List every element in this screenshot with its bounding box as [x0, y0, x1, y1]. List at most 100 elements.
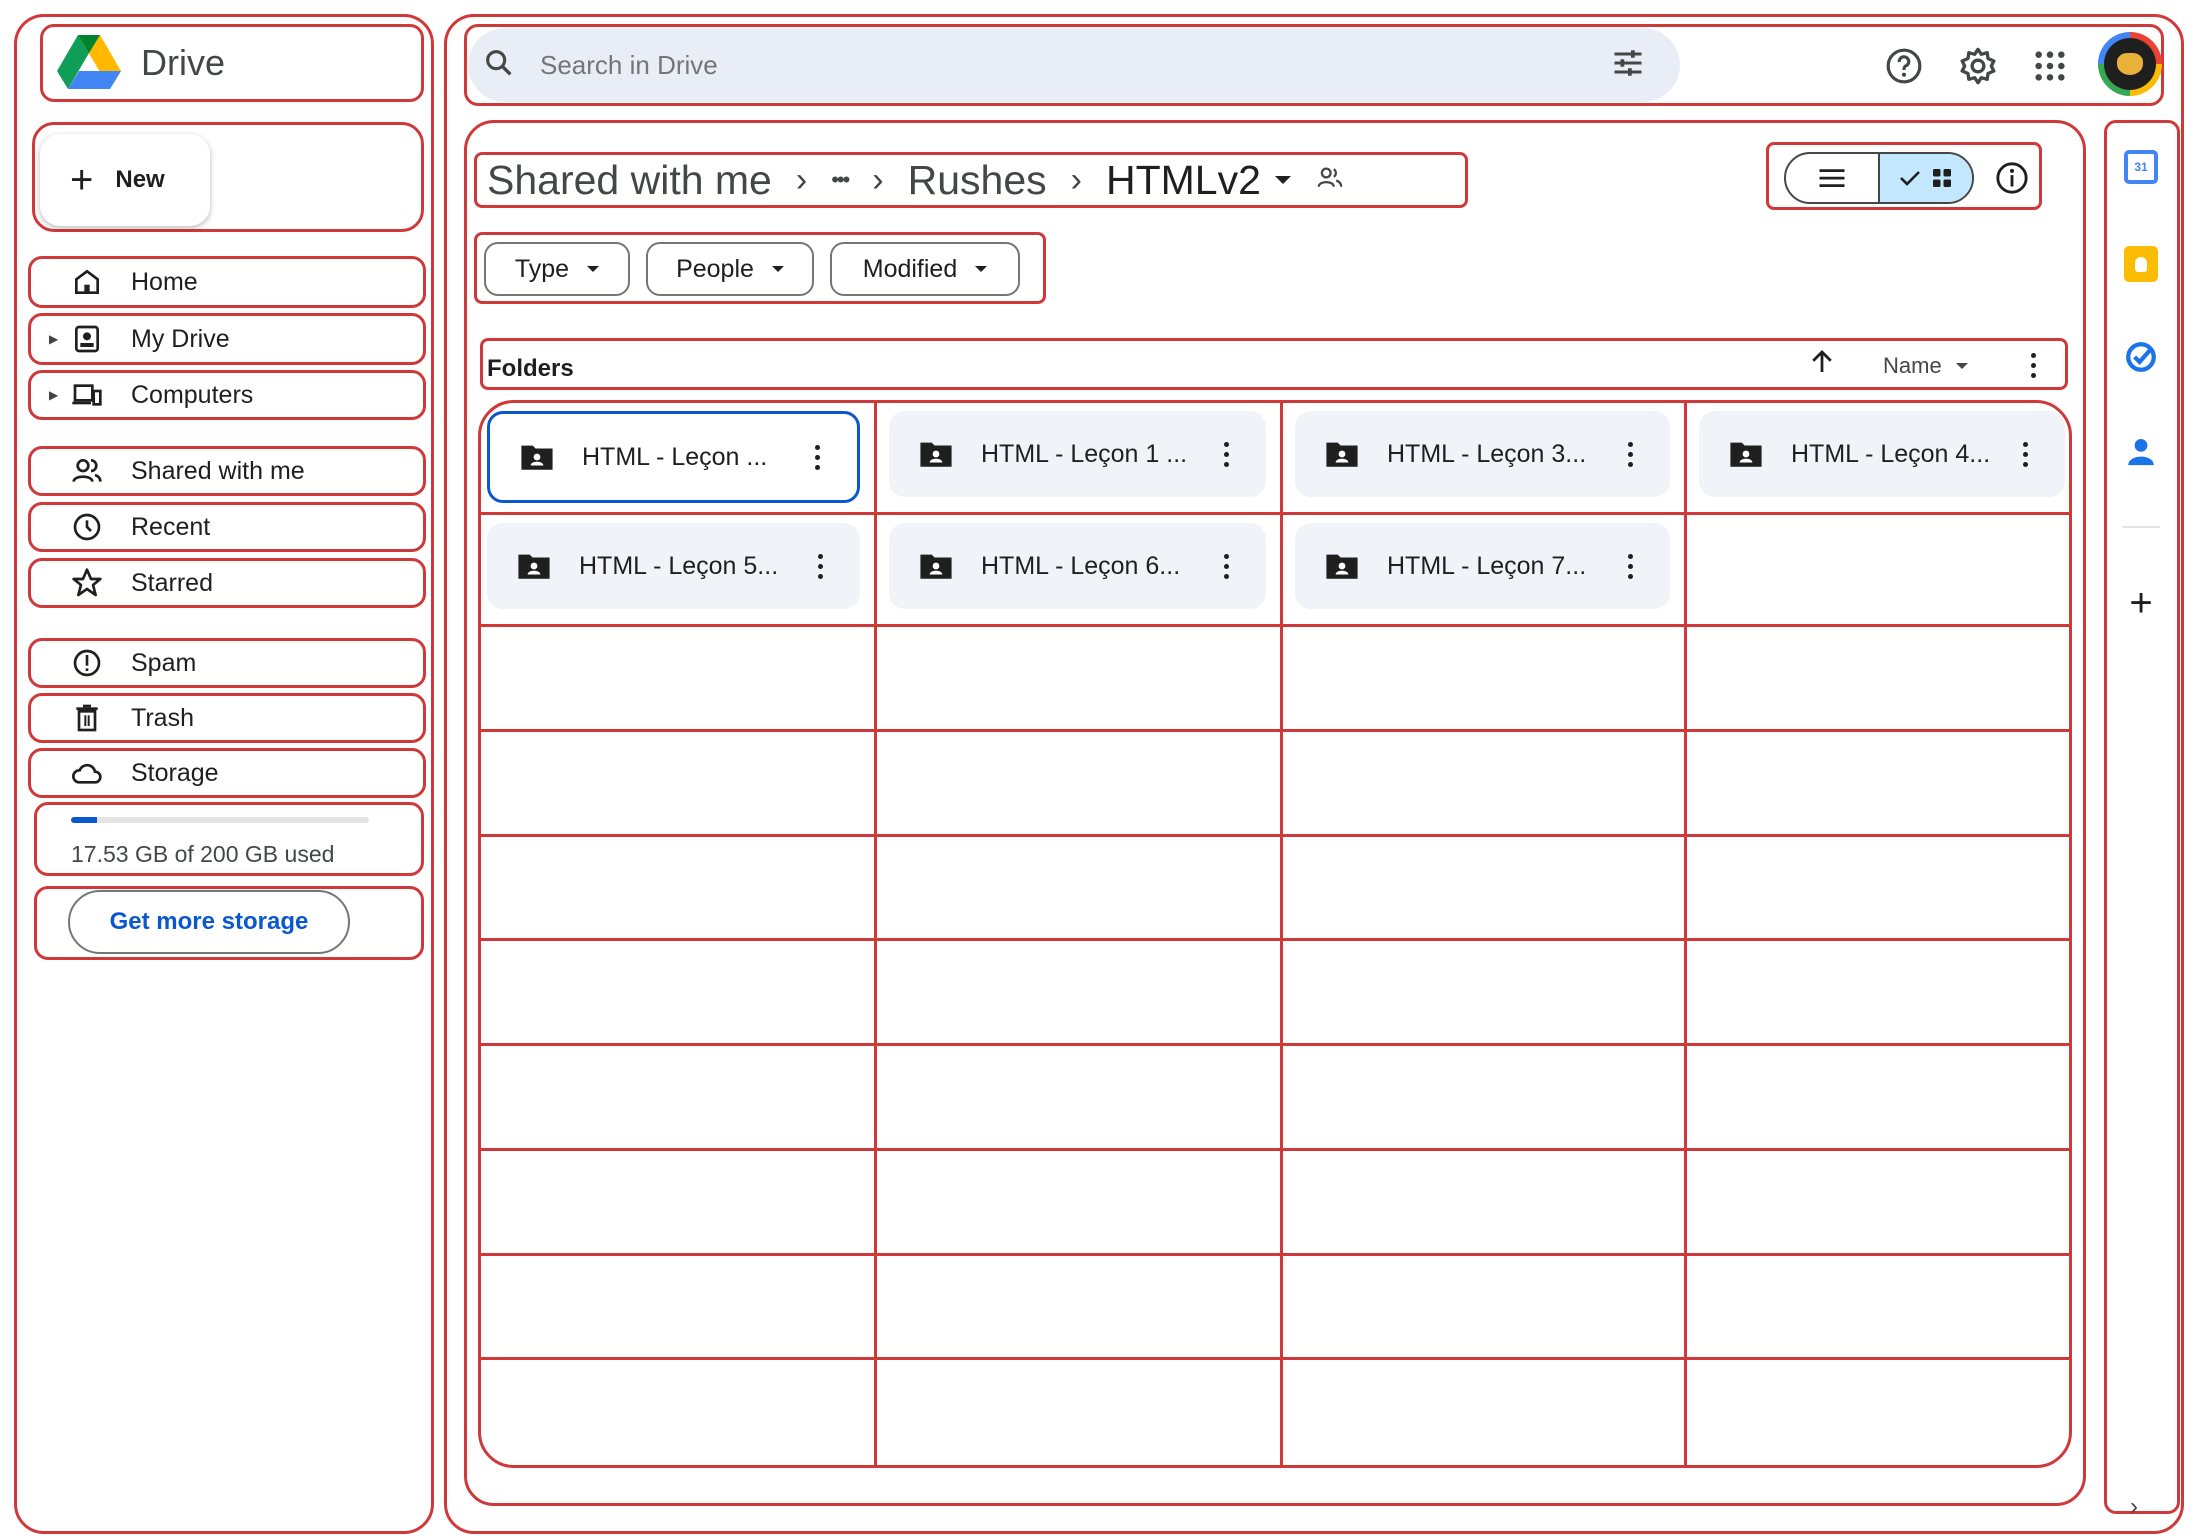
nav-home[interactable]: Home	[28, 256, 426, 308]
view-toggle	[1784, 152, 1974, 204]
sort-direction-icon[interactable]	[1807, 347, 1837, 382]
search-input[interactable]	[538, 48, 1542, 82]
breadcrumb-ellipsis[interactable]: •••	[831, 167, 850, 193]
folder-item[interactable]: HTML - Leçon 4...	[1699, 411, 2065, 497]
keep-icon[interactable]	[2124, 246, 2158, 282]
help-icon[interactable]	[1880, 42, 1928, 90]
shared-folder-icon	[518, 554, 550, 579]
drive-logo-area[interactable]: Drive	[40, 24, 424, 102]
apps-grid-icon[interactable]	[2026, 42, 2074, 90]
home-icon	[75, 269, 99, 294]
more-options-icon[interactable]	[1206, 553, 1246, 579]
grid-cell	[877, 1360, 1283, 1465]
shared-folder-icon	[920, 442, 952, 467]
nav-recent-label: Recent	[131, 512, 211, 541]
grid-cell	[877, 941, 1283, 1046]
filter-type-label: Type	[514, 254, 570, 283]
info-icon[interactable]	[1990, 156, 2034, 200]
spam-icon	[73, 649, 101, 677]
folder-item[interactable]: HTML - Leçon ...	[487, 411, 860, 503]
search-bar[interactable]	[468, 28, 1680, 102]
grid-cell	[1687, 1360, 2069, 1465]
folder-item[interactable]: HTML - Leçon 5...	[487, 523, 860, 609]
grid-view-button[interactable]	[1878, 154, 1972, 202]
my-drive-icon	[75, 325, 99, 353]
expand-caret-icon[interactable]: ▶	[49, 332, 58, 346]
shared-folder-icon	[1730, 442, 1762, 467]
more-options-icon[interactable]	[1610, 441, 1650, 467]
breadcrumb-root[interactable]: Shared with me	[487, 157, 772, 204]
breadcrumb-current[interactable]: HTMLv2	[1106, 157, 1261, 204]
more-options-icon[interactable]	[800, 553, 840, 579]
filter-type[interactable]: Type	[484, 242, 630, 296]
grid-cell: HTML - Leçon 3...	[1283, 403, 1687, 515]
more-options-icon[interactable]	[2013, 353, 2053, 378]
section-title: Folders	[487, 355, 574, 382]
grid-cell	[481, 1360, 877, 1465]
contacts-icon[interactable]	[2124, 434, 2158, 468]
nav-shared-with-me[interactable]: Shared with me	[28, 446, 426, 496]
nav-spam[interactable]: Spam	[28, 638, 426, 688]
tasks-icon[interactable]	[2124, 340, 2158, 374]
list-view-button[interactable]	[1786, 154, 1878, 202]
grid-cell	[481, 731, 877, 837]
grid-cell	[481, 1046, 877, 1151]
grid-cell	[877, 836, 1283, 942]
more-options-icon[interactable]	[797, 444, 837, 470]
folder-item[interactable]: HTML - Leçon 3...	[1295, 411, 1670, 497]
nav-trash[interactable]: Trash	[28, 693, 426, 743]
sort-by-button[interactable]: Name	[1883, 353, 1968, 379]
filter-modified[interactable]: Modified	[830, 242, 1020, 296]
settings-icon[interactable]	[1954, 42, 2002, 90]
more-options-icon[interactable]	[1206, 441, 1246, 467]
grid-cell	[1687, 627, 2069, 732]
grid-cell	[877, 731, 1283, 837]
nav-starred[interactable]: Starred	[28, 558, 426, 608]
nav-computers[interactable]: ▶ Computers	[28, 370, 426, 420]
folder-grid: HTML - Leçon ... HTML - Leçon 1 ... HTML…	[478, 400, 2072, 1468]
storage-bar-fill	[71, 817, 98, 823]
nav-shared-label: Shared with me	[131, 456, 305, 485]
folder-item[interactable]: HTML - Leçon 7...	[1295, 523, 1670, 609]
breadcrumb-parent[interactable]: Rushes	[908, 157, 1047, 204]
grid-cell	[481, 1255, 877, 1361]
grid-view-icon	[1933, 169, 1951, 187]
drive-logo-icon	[57, 33, 121, 94]
star-icon	[72, 568, 102, 597]
grid-cell	[877, 1255, 1283, 1361]
more-options-icon[interactable]	[2005, 441, 2045, 467]
grid-cell	[1687, 1151, 2069, 1256]
expand-caret-icon[interactable]: ▶	[49, 388, 58, 402]
collapse-panel-icon[interactable]: ›	[2130, 1494, 2150, 1520]
nav-my-drive[interactable]: ▶ My Drive	[28, 313, 426, 365]
folder-name: HTML - Leçon 1 ...	[981, 439, 1188, 468]
search-icon[interactable]	[482, 46, 516, 85]
new-label: New	[115, 166, 165, 193]
shared-folder-icon	[1326, 554, 1358, 579]
get-more-storage-button[interactable]: Get more storage	[68, 890, 350, 954]
nav-recent[interactable]: Recent	[28, 502, 426, 552]
calendar-icon[interactable]: 31	[2124, 150, 2158, 184]
chevron-right-icon: ›	[872, 160, 884, 199]
filter-people[interactable]: People	[646, 242, 814, 296]
folder-item[interactable]: HTML - Leçon 1 ...	[889, 411, 1266, 497]
shared-folder-icon	[521, 445, 553, 470]
grid-cell	[1283, 941, 1687, 1046]
shared-folder-icon	[920, 554, 952, 579]
nav-home-label: Home	[131, 267, 198, 296]
nav-storage[interactable]: Storage	[28, 748, 426, 798]
grid-cell	[1687, 732, 2069, 837]
more-options-icon[interactable]	[1610, 553, 1650, 579]
filter-people-label: People	[676, 254, 754, 283]
search-options-icon[interactable]	[1610, 45, 1646, 86]
grid-cell	[1687, 941, 2069, 1046]
caret-down-icon[interactable]	[1274, 176, 1291, 184]
grid-cell	[877, 1046, 1283, 1151]
storage-bar	[71, 817, 369, 823]
grid-cell	[1687, 515, 2069, 627]
avatar[interactable]	[2098, 32, 2162, 96]
new-button[interactable]: + New	[40, 134, 210, 226]
add-addon-icon[interactable]: +	[2122, 583, 2160, 623]
shared-icon	[72, 459, 102, 483]
folder-item[interactable]: HTML - Leçon 6...	[889, 523, 1266, 609]
